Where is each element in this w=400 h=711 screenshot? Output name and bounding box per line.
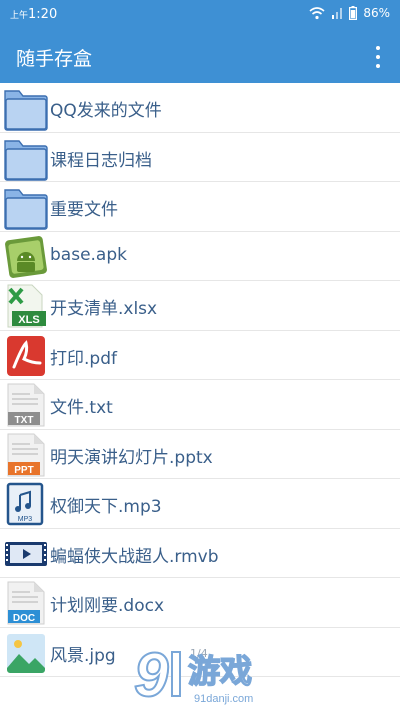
signal-icon (332, 8, 343, 19)
list-item[interactable]: PPT 明天演讲幻灯片.pptx (0, 430, 400, 479)
svg-text:MP3: MP3 (18, 516, 33, 523)
svg-text:91danji.com: 91danji.com (194, 693, 253, 705)
xls-icon: XLS (7, 284, 46, 328)
svg-text:DOC: DOC (13, 613, 35, 624)
status-time: 上午1:20 (10, 7, 58, 22)
svg-text:9: 9 (134, 641, 169, 710)
folder-icon (4, 90, 48, 131)
page-title: 随手存盒 (16, 48, 93, 70)
battery-level: 86% (363, 6, 390, 20)
ppt-icon: PPT (7, 433, 45, 476)
file-name: 开支清单.xlsx (50, 299, 158, 319)
file-name: 重要文件 (50, 200, 118, 220)
list-item[interactable]: TXT 文件.txt (0, 380, 400, 430)
image-icon (7, 633, 45, 673)
pdf-icon (7, 335, 45, 376)
list-item[interactable]: MP3 权御天下.mp3 (0, 479, 400, 529)
svg-text:游戏: 游戏 (188, 652, 252, 690)
file-name: 文件.txt (50, 398, 113, 418)
file-name: 权御天下.mp3 (50, 497, 162, 517)
svg-text:XLS: XLS (18, 314, 39, 326)
file-name: 明天演讲幻灯片.pptx (50, 447, 213, 468)
file-name: 计划刚要.docx (50, 596, 165, 616)
more-vert-icon[interactable] (370, 46, 386, 68)
list-item[interactable]: 蝙蝠侠大战超人.rmvb (0, 529, 400, 578)
txt-icon: TXT (7, 383, 45, 427)
file-name: 蝙蝠侠大战超人.rmvb (50, 546, 219, 567)
video-icon (5, 541, 47, 566)
file-name: 打印.pdf (50, 348, 117, 369)
file-name: 课程日志归档 (50, 150, 152, 171)
file-list: QQ发来的文件 课程日志归档 重要文件 base.apk XLS 开支清单.xl… (0, 83, 400, 677)
list-item[interactable]: 打印.pdf (0, 331, 400, 380)
svg-text:TXT: TXT (15, 415, 34, 426)
svg-text:PPT: PPT (14, 465, 33, 476)
wifi-icon (309, 7, 325, 20)
watermark-logo: 9 游戏 91danji.com (133, 640, 253, 710)
apk-icon (5, 235, 47, 278)
file-name: QQ发来的文件 (50, 101, 162, 121)
app-bar: 随手存盒 (0, 30, 400, 83)
list-item[interactable]: base.apk (0, 232, 400, 281)
folder-icon (4, 139, 48, 181)
status-bar: 上午1:20 86% (0, 0, 400, 30)
file-name: base.apk (50, 244, 127, 265)
file-name: 风景.jpg (50, 645, 116, 666)
doc-icon: DOC (7, 581, 45, 625)
battery-icon (349, 6, 358, 20)
list-item[interactable]: QQ发来的文件 (0, 83, 400, 133)
mp3-icon: MP3 (6, 482, 44, 526)
list-item[interactable]: 重要文件 (0, 182, 400, 232)
folder-icon (4, 189, 48, 230)
list-item[interactable]: 课程日志归档 (0, 133, 400, 182)
list-item[interactable]: XLS 开支清单.xlsx (0, 281, 400, 331)
list-item[interactable]: DOC 计划刚要.docx (0, 578, 400, 628)
